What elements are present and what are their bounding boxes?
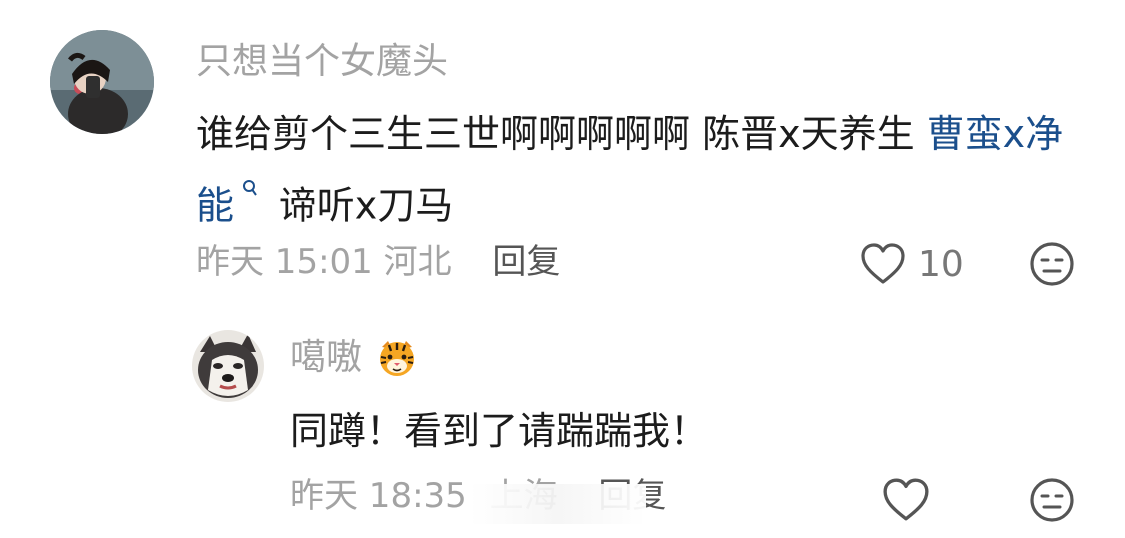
neutral-face-icon	[1030, 478, 1074, 522]
comment-username[interactable]: 只想当个女魔头	[196, 40, 448, 84]
heart-outline-icon	[861, 243, 905, 284]
like-button[interactable]: 10	[860, 240, 964, 288]
reply-time: 昨天 18:35	[290, 476, 467, 516]
like-count: 10	[918, 243, 964, 285]
husky-avatar-image	[192, 330, 264, 402]
reply-username[interactable]: 噶嗷	[290, 336, 362, 380]
comment-meta: 昨天 15:01 河北 回复	[196, 240, 560, 284]
like-button[interactable]	[882, 476, 930, 524]
avatar[interactable]	[50, 30, 154, 134]
comment-time: 昨天 15:01	[196, 242, 373, 282]
heart-outline-icon	[883, 478, 929, 521]
reply-avatar[interactable]	[192, 330, 264, 402]
user-avatar-image	[50, 30, 154, 134]
react-button[interactable]	[1028, 476, 1076, 524]
comment-region: 河北	[383, 242, 452, 282]
neutral-face-icon	[1030, 242, 1074, 286]
comment-text-part: 谁给剪个三生三世啊啊啊啊啊 陈晋x天养生	[196, 112, 927, 156]
watermark-overlay	[470, 484, 646, 524]
search-icon[interactable]	[236, 180, 265, 210]
reply-content: 同蹲！看到了请踹踹我！	[290, 409, 709, 453]
tiger-emoji-icon	[380, 341, 415, 376]
reply-button[interactable]: 回复	[492, 242, 560, 282]
reply-username-row: 噶嗷	[290, 336, 418, 380]
react-button[interactable]	[1028, 240, 1076, 288]
comment-content: 谁给剪个三生三世啊啊啊啊啊 陈晋x天养生 曹蛮x净能 谛听x刀马	[196, 102, 1086, 238]
comment-text-part: 谛听x刀马	[278, 183, 454, 228]
